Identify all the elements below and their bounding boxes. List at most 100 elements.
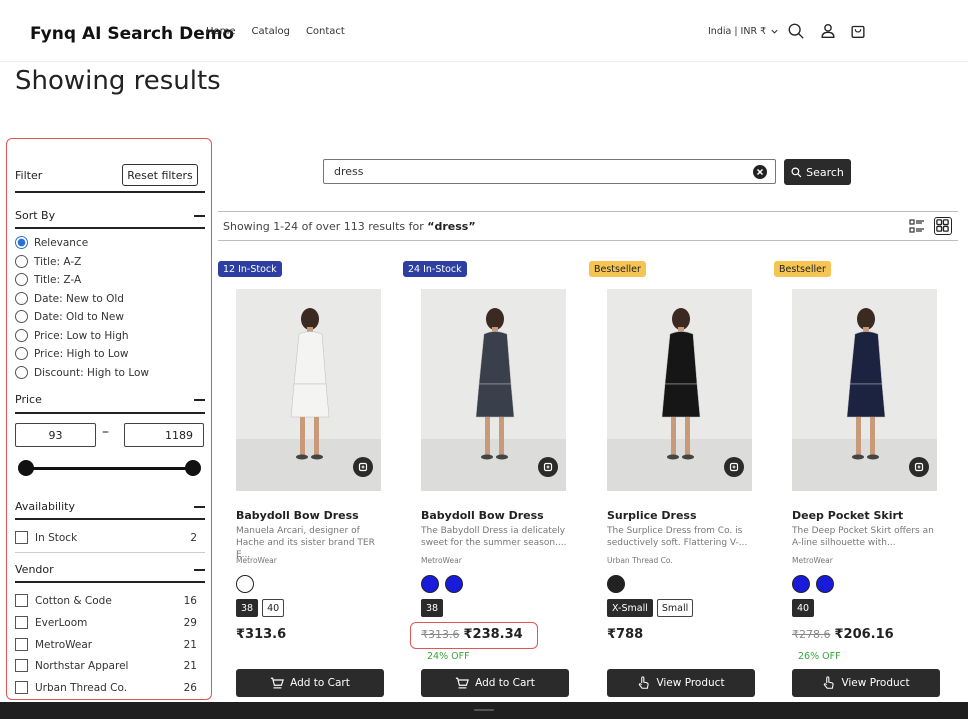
action-button-label: Add to Cart <box>475 677 535 689</box>
price-slider-track[interactable] <box>24 467 192 470</box>
product-image[interactable] <box>607 289 752 491</box>
main-nav: Home Catalog Contact <box>206 26 345 37</box>
radio <box>15 329 28 342</box>
results-toolbar: Showing 1-24 of over 113 results for “dr… <box>218 211 958 241</box>
sort-option-discount[interactable]: Discount: High to Low <box>15 366 149 379</box>
brand-logo[interactable]: Fynq AI Search Demo <box>30 24 234 44</box>
filter-sidebar: Filter Reset filters Sort By Relevance T… <box>6 138 212 700</box>
color-swatch[interactable] <box>421 575 439 593</box>
collapse-icon <box>194 398 205 401</box>
site-header: Fynq AI Search Demo Home Catalog Contact… <box>0 0 968 62</box>
quick-view-icon[interactable] <box>724 457 744 477</box>
radio <box>15 366 28 379</box>
sort-option-date-old-new[interactable]: Date: Old to New <box>15 310 124 323</box>
vendor-header[interactable]: Vendor <box>15 563 205 576</box>
vendor-cotton-code[interactable]: Cotton & Code 16 <box>15 594 197 607</box>
vendor-northstar[interactable]: Northstar Apparel 21 <box>15 659 197 672</box>
price-highlight-box <box>410 622 538 649</box>
sort-option-title-az[interactable]: Title: A-Z <box>15 255 81 268</box>
vendor-everloom[interactable]: EverLoom 29 <box>15 616 197 629</box>
price-slider-max-handle[interactable] <box>185 460 201 476</box>
page-title: Showing results <box>15 66 221 96</box>
size-option[interactable]: 40 <box>792 599 815 617</box>
divider <box>15 518 205 520</box>
price-max-input[interactable]: 1189 <box>124 423 204 447</box>
product-action-button[interactable]: View Product <box>792 669 940 697</box>
nav-home[interactable]: Home <box>206 26 236 37</box>
list-view-icon[interactable] <box>909 218 925 234</box>
discount-label: 24% OFF <box>427 651 470 662</box>
color-swatch[interactable] <box>792 575 810 593</box>
action-button-label: View Product <box>841 677 910 689</box>
quick-view-icon[interactable] <box>353 457 373 477</box>
quick-view-icon[interactable] <box>909 457 929 477</box>
checkbox[interactable] <box>15 594 28 607</box>
clear-icon[interactable] <box>753 165 767 179</box>
product-image[interactable] <box>236 289 381 491</box>
sort-option-title-za[interactable]: Title: Z-A <box>15 273 81 286</box>
grid-view-icon[interactable] <box>934 217 952 235</box>
product-image[interactable] <box>792 289 937 491</box>
search-button[interactable]: Search <box>784 159 851 185</box>
account-icon[interactable] <box>819 22 837 40</box>
product-action-button[interactable]: Add to Cart <box>421 669 569 697</box>
bottom-bar <box>0 702 968 719</box>
availability-in-stock[interactable]: In Stock 2 <box>15 531 197 544</box>
nav-contact[interactable]: Contact <box>306 26 345 37</box>
vendor-metrowear[interactable]: MetroWear 21 <box>15 638 197 651</box>
size-option[interactable]: 40 <box>262 599 285 617</box>
product-image[interactable] <box>421 289 566 491</box>
checkbox[interactable] <box>15 531 28 544</box>
sort-option-price-low-high[interactable]: Price: Low to High <box>15 329 129 342</box>
color-swatches <box>236 575 254 593</box>
cart-icon <box>456 677 470 688</box>
checkbox[interactable] <box>15 638 28 651</box>
price-header[interactable]: Price <box>15 393 205 406</box>
search-icon[interactable] <box>787 22 805 40</box>
search-button-label: Search <box>806 165 844 179</box>
search-query: dress <box>334 165 364 178</box>
product-name[interactable]: Babydoll Bow Dress <box>236 509 359 522</box>
bag-icon[interactable] <box>849 22 867 40</box>
product-name[interactable]: Babydoll Bow Dress <box>421 509 544 522</box>
sort-option-price-high-low[interactable]: Price: High to Low <box>15 347 129 360</box>
product-name[interactable]: Surplice Dress <box>607 509 697 522</box>
checkbox[interactable] <box>15 616 28 629</box>
size-option[interactable]: 38 <box>421 599 444 617</box>
checkbox[interactable] <box>15 659 28 672</box>
price-min-input[interactable]: 93 <box>15 423 96 447</box>
stock-badge: 24 In-Stock <box>403 261 467 277</box>
price-slider-min-handle[interactable] <box>18 460 34 476</box>
current-price: ₹788 <box>607 627 644 642</box>
color-swatches <box>792 575 834 593</box>
sort-by-title: Sort By <box>15 209 56 222</box>
sort-option-date-new-old[interactable]: Date: New to Old <box>15 292 124 305</box>
current-price: ₹313.6 <box>236 627 287 642</box>
size-option[interactable]: Small <box>656 599 694 617</box>
product-action-button[interactable]: Add to Cart <box>236 669 384 697</box>
size-option[interactable]: X-Small <box>607 599 653 617</box>
drag-handle[interactable] <box>474 709 494 711</box>
currency-selector[interactable]: India | INR ₹ <box>708 26 779 37</box>
search-input[interactable]: dress <box>323 159 776 184</box>
availability-header[interactable]: Availability <box>15 500 205 513</box>
size-option[interactable]: 38 <box>236 599 259 617</box>
nav-catalog[interactable]: Catalog <box>252 26 290 37</box>
checkbox[interactable] <box>15 681 28 694</box>
product-action-button[interactable]: View Product <box>607 669 755 697</box>
sort-by-header[interactable]: Sort By <box>15 209 205 222</box>
color-swatches <box>607 575 625 593</box>
radio <box>15 347 28 360</box>
reset-filters-button[interactable]: Reset filters <box>122 164 198 186</box>
product-name[interactable]: Deep Pocket Skirt <box>792 509 903 522</box>
sort-option-relevance[interactable]: Relevance <box>15 236 88 249</box>
stock-badge: 12 In-Stock <box>218 261 282 277</box>
quick-view-icon[interactable] <box>538 457 558 477</box>
product-description: The Surplice Dress from Co. is seductive… <box>607 526 748 548</box>
color-swatch[interactable] <box>607 575 625 593</box>
color-swatch[interactable] <box>816 575 834 593</box>
vendor-urban-thread[interactable]: Urban Thread Co. 26 <box>15 681 197 694</box>
color-swatch[interactable] <box>236 575 254 593</box>
size-options: 38 <box>421 599 444 617</box>
color-swatch[interactable] <box>445 575 463 593</box>
